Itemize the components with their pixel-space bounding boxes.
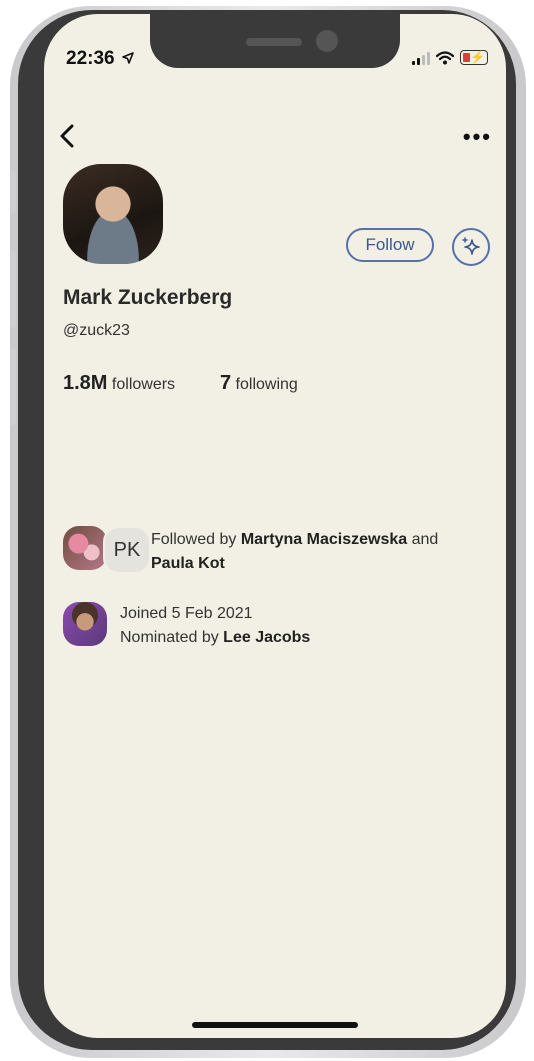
followed-by-prefix: Followed by (151, 531, 237, 548)
screen: 22:36 ⚡ ••• Follow Mark Zuckerberg @zuck… (44, 14, 506, 1038)
ringer-switch (10, 170, 16, 214)
follow-button[interactable]: Follow (346, 228, 434, 262)
nominated-prefix: Nominated by (120, 629, 219, 646)
profile-name: Mark Zuckerberg (63, 286, 233, 309)
location-arrow-icon (122, 52, 134, 64)
home-indicator[interactable] (192, 1022, 358, 1028)
signal-icon (412, 51, 430, 65)
battery-charging-icon: ⚡ (460, 50, 488, 65)
sparkle-icon (462, 237, 480, 255)
nominator-name: Lee Jacobs (223, 629, 311, 646)
followers-link[interactable]: 1.8M followers (63, 372, 180, 394)
notch (150, 14, 400, 68)
followed-by-text: Followed by Martyna Maciszewska and Paul… (151, 528, 481, 576)
joined-date: Joined 5 Feb 2021 (120, 605, 253, 622)
sparkle-button[interactable] (452, 228, 490, 266)
following-count: 7 (219, 372, 232, 394)
mutual-follower-initials-avatar: PK (103, 526, 151, 574)
status-icons: ⚡ (412, 50, 488, 65)
status-time: 22:36 (66, 48, 134, 70)
followed-by-first-name: Martyna Maciszewska (240, 531, 408, 548)
mutual-follower-avatar (63, 526, 107, 570)
joined-text: Joined 5 Feb 2021 Nominated by Lee Jacob… (120, 602, 310, 650)
followers-label: followers (111, 376, 176, 393)
nominated-by: Nominated by Lee Jacobs (120, 626, 310, 650)
status-time-text: 22:36 (66, 48, 115, 69)
speaker (246, 38, 302, 46)
volume-up-button (10, 250, 16, 328)
chevron-left-icon[interactable] (54, 118, 84, 154)
wifi-icon (436, 50, 454, 64)
follow-stats: 1.8M followers 7 following (63, 372, 298, 395)
followers-count: 1.8M (63, 372, 108, 394)
profile-avatar[interactable] (63, 164, 163, 264)
mutual-initials: PK (113, 538, 141, 561)
followed-by-second-name: Paula Kot (151, 555, 225, 572)
front-camera (316, 30, 338, 52)
volume-down-button (10, 348, 16, 426)
profile-handle: @zuck23 (63, 322, 130, 339)
more-options-button[interactable]: ••• (463, 124, 492, 150)
following-label: following (235, 376, 298, 393)
nominator-avatar (63, 602, 107, 646)
following-link[interactable]: 7 following (220, 372, 298, 394)
followed-by-connector: and (411, 531, 439, 548)
